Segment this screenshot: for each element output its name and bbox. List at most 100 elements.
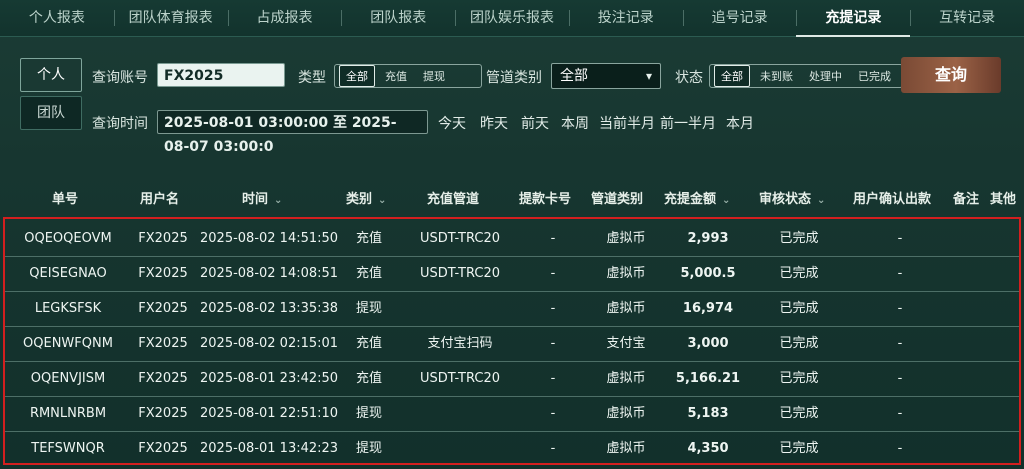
query-button[interactable]: 查询 — [901, 57, 1001, 93]
status-option-all[interactable]: 全部 — [714, 65, 750, 87]
user-confirm: - — [897, 336, 903, 351]
withdraw-card: - — [550, 301, 556, 316]
username: FX2025 — [138, 406, 188, 421]
withdraw-card: - — [550, 406, 556, 421]
type-option-withdraw[interactable]: 提现 — [417, 66, 451, 86]
channel-select[interactable]: 全部 ▾ — [551, 63, 661, 89]
tab-deposit-withdraw-records[interactable]: 充提记录 — [796, 0, 911, 37]
table-row[interactable]: OQENWFQNM FX2025 2025-08-02 02:15:01 充值 … — [5, 327, 1019, 362]
sort-icon: ⌄ — [274, 195, 283, 206]
channel-type: 虚拟币 — [606, 231, 646, 246]
table-row[interactable]: TEFSWNQR FX2025 2025-08-01 13:42:23 提现 -… — [5, 432, 1019, 466]
quick-today[interactable]: 今天 — [438, 113, 466, 133]
team-button[interactable]: 团队 — [20, 96, 82, 130]
deposit-channel — [397, 432, 523, 466]
review-status: 已完成 — [779, 266, 819, 281]
username: FX2025 — [138, 371, 188, 386]
header-review-status[interactable]: 审核状态 ⌄ — [759, 188, 825, 207]
time-range-input[interactable]: 2025-08-01 03:00:00 至 2025-08-07 03:00:0 — [157, 110, 428, 155]
tab-personal-report[interactable]: 个人报表 — [0, 0, 114, 36]
table-row[interactable]: LEGKSFSK FX2025 2025-08-02 13:35:38 提现 -… — [5, 292, 1019, 327]
header-channel-type: 管道类别 — [591, 192, 644, 207]
header-withdraw-card: 提款卡号 — [519, 192, 572, 207]
personal-team-toggle: 个人 团队 — [20, 58, 82, 130]
order-no: OQENVJISM — [30, 371, 106, 386]
status-option-not-arrived[interactable]: 未到账 — [754, 66, 799, 86]
table-row[interactable]: OQEOQEOVM FX2025 2025-08-02 14:51:50 充值 … — [5, 222, 1019, 257]
withdraw-card: - — [550, 441, 556, 456]
time-label: 查询时间 — [92, 116, 148, 132]
quick-yesterday[interactable]: 昨天 — [480, 113, 508, 133]
order-no: LEGKSFSK — [34, 301, 102, 316]
quick-previous-half-month[interactable]: 前一半月 — [660, 113, 716, 133]
user-confirm: - — [897, 371, 903, 386]
table-row[interactable]: QEISEGNAO FX2025 2025-08-02 14:08:51 充值 … — [5, 257, 1019, 292]
deposit-channel: USDT-TRC20 — [420, 266, 500, 281]
table-row[interactable]: RMNLNRBM FX2025 2025-08-01 22:51:10 提现 -… — [5, 397, 1019, 432]
category: 充值 — [355, 371, 382, 386]
type-option-all[interactable]: 全部 — [339, 65, 375, 87]
tab-transfer-records[interactable]: 互转记录 — [910, 0, 1024, 36]
header-other: 其他 — [990, 192, 1017, 207]
status-option-processing[interactable]: 处理中 — [803, 66, 848, 86]
header-category[interactable]: 类别 ⌄ — [346, 188, 386, 207]
header-amount-label: 充提金额 — [664, 192, 717, 207]
header-deposit-channel: 充值管道 — [427, 192, 480, 207]
header-remark: 备注 — [953, 192, 980, 207]
user-confirm: - — [897, 301, 903, 316]
personal-button[interactable]: 个人 — [20, 58, 82, 92]
account-input[interactable]: FX2025 — [157, 63, 285, 87]
time: 2025-08-02 02:15:01 — [200, 336, 339, 351]
category: 提现 — [355, 441, 382, 456]
header-category-label: 类别 — [346, 192, 373, 207]
channel-select-value: 全部 — [560, 68, 588, 84]
channel-type: 支付宝 — [606, 336, 646, 351]
sort-icon: ⌄ — [378, 195, 387, 206]
header-time[interactable]: 时间 ⌄ — [242, 188, 282, 207]
username: FX2025 — [138, 231, 188, 246]
tab-chase-records[interactable]: 追号记录 — [682, 0, 797, 36]
username: FX2025 — [138, 266, 188, 281]
review-status: 已完成 — [779, 371, 819, 386]
deposit-channel — [397, 292, 523, 326]
amount: 5,000.5 — [680, 266, 736, 281]
tab-share-report[interactable]: 占成报表 — [227, 0, 342, 36]
channel-type: 虚拟币 — [606, 406, 646, 421]
header-user-confirm: 用户确认出款 — [853, 192, 932, 207]
withdraw-card: - — [550, 266, 556, 281]
type-label: 类型 — [298, 70, 326, 86]
header-time-label: 时间 — [242, 192, 269, 207]
table-row[interactable]: OQENVJISM FX2025 2025-08-01 23:42:50 充值 … — [5, 362, 1019, 397]
channel-type: 虚拟币 — [606, 371, 646, 386]
quick-day-before[interactable]: 前天 — [521, 113, 549, 133]
tab-team-report[interactable]: 团队报表 — [341, 0, 455, 36]
category: 充值 — [355, 266, 382, 281]
tab-team-sports-report[interactable]: 团队体育报表 — [113, 0, 228, 36]
category: 提现 — [355, 406, 382, 421]
order-no: OQENWFQNM — [23, 336, 113, 351]
status-label: 状态 — [675, 70, 703, 86]
header-amount[interactable]: 充提金额 ⌄ — [664, 188, 730, 207]
header-username: 用户名 — [140, 192, 180, 207]
time: 2025-08-01 13:42:23 — [200, 441, 339, 456]
order-no: OQEOQEOVM — [24, 231, 112, 246]
user-confirm: - — [897, 231, 903, 246]
type-option-deposit[interactable]: 充值 — [379, 66, 413, 86]
amount: 4,350 — [687, 441, 729, 456]
status-segment: 全部 未到账 处理中 已完成 — [709, 64, 903, 88]
tab-bet-records[interactable]: 投注记录 — [568, 0, 683, 36]
quick-this-month[interactable]: 本月 — [726, 113, 754, 133]
channel-type: 虚拟币 — [606, 266, 646, 281]
type-segment: 全部 充值 提现 — [334, 64, 482, 88]
status-option-completed[interactable]: 已完成 — [852, 66, 897, 86]
amount: 5,183 — [687, 406, 729, 421]
quick-this-week[interactable]: 本周 — [561, 113, 589, 133]
quick-current-half-month[interactable]: 当前半月 — [599, 113, 655, 133]
category: 充值 — [355, 231, 382, 246]
review-status: 已完成 — [779, 336, 819, 351]
withdraw-card: - — [550, 231, 556, 246]
username: FX2025 — [138, 336, 188, 351]
review-status: 已完成 — [779, 301, 819, 316]
tab-team-entertainment-report[interactable]: 团队娱乐报表 — [455, 0, 569, 36]
order-no: RMNLNRBM — [29, 406, 107, 421]
